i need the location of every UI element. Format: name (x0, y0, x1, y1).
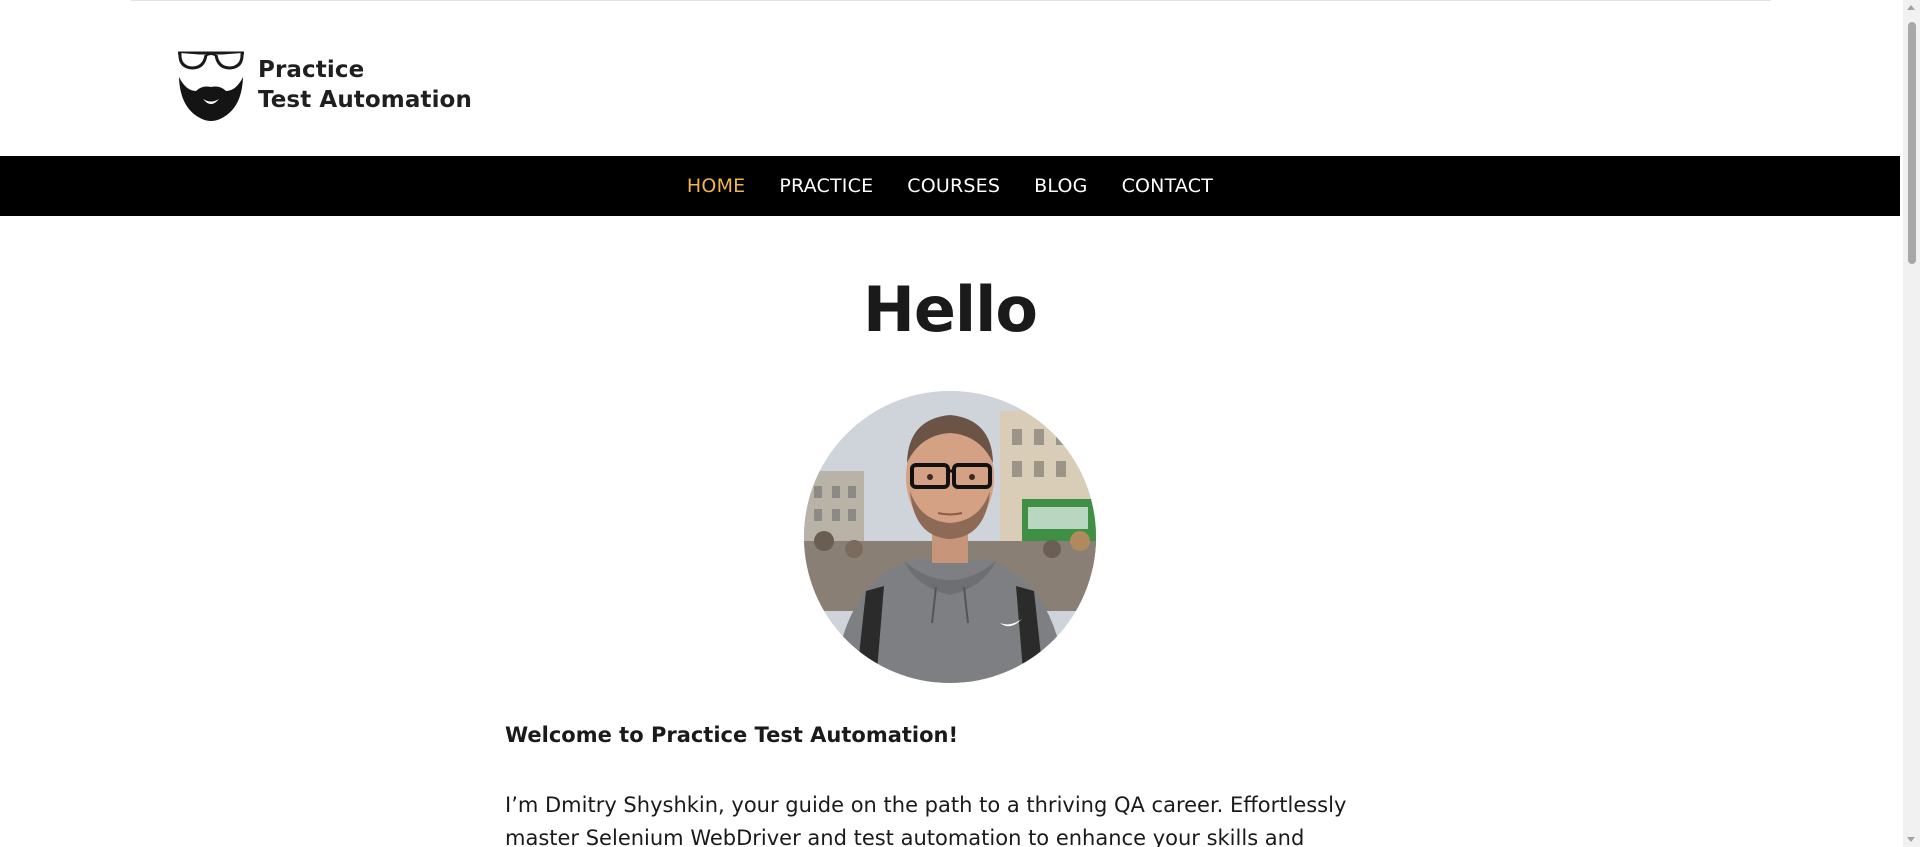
scroll-thumb[interactable] (1908, 22, 1916, 264)
scroll-up-arrow-icon[interactable] (1907, 5, 1915, 10)
welcome-heading: Welcome to Practice Test Automation! (505, 723, 959, 747)
nav-item-practice: PRACTICE (779, 175, 873, 197)
main-content: Hello Welcome to Practice Test Automatio… (0, 216, 1900, 847)
nav-link-contact[interactable]: CONTACT (1122, 175, 1214, 197)
nav-link-blog[interactable]: BLOG (1034, 175, 1087, 197)
glasses-beard-logo-icon (178, 51, 244, 121)
nav-item-blog: BLOG (1034, 175, 1087, 197)
nav-link-practice[interactable]: PRACTICE (779, 175, 873, 197)
nav-item-contact: CONTACT (1122, 175, 1214, 197)
logo-text: Practice Test Automation (258, 55, 472, 115)
site-logo-link[interactable]: Practice Test Automation (176, 47, 472, 123)
main-navigation: HOME PRACTICE COURSES BLOG CONTACT (0, 156, 1900, 216)
nav-item-courses: COURSES (907, 175, 1000, 197)
profile-photo (804, 391, 1096, 683)
scroll-down-arrow-icon[interactable] (1907, 837, 1915, 842)
page-title: Hello (862, 273, 1038, 346)
logo-text-line2: Test Automation (258, 87, 472, 113)
site-header: Practice Test Automation (0, 1, 1900, 156)
nav-link-courses[interactable]: COURSES (907, 175, 1000, 197)
nav-list: HOME PRACTICE COURSES BLOG CONTACT (0, 156, 1900, 216)
vertical-scrollbar[interactable] (1903, 0, 1920, 847)
intro-section: Welcome to Practice Test Automation! I’m… (505, 720, 1385, 847)
nav-link-home[interactable]: HOME (687, 175, 745, 197)
page: Practice Test Automation HOME PRACTICE C… (0, 0, 1920, 847)
avatar (804, 391, 1096, 683)
intro-paragraph: I’m Dmitry Shyshkin, your guide on the p… (505, 793, 1347, 847)
logo-text-line1: Practice (258, 57, 365, 83)
nav-item-home: HOME (687, 175, 745, 197)
